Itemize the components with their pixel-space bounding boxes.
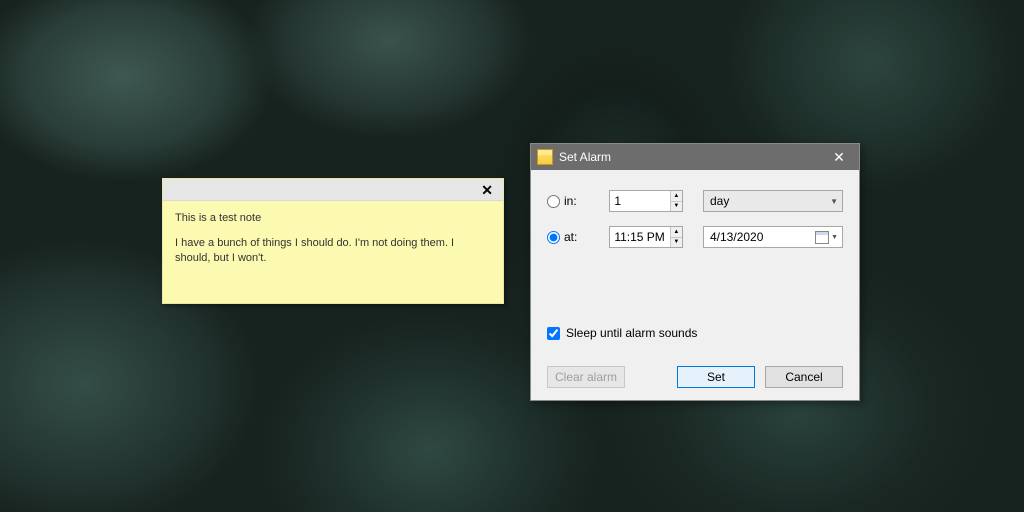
cancel-button[interactable]: Cancel bbox=[765, 366, 843, 388]
date-picker[interactable]: 4/13/2020 ▼ bbox=[703, 226, 843, 248]
sleep-checkbox[interactable]: Sleep until alarm sounds bbox=[547, 306, 843, 340]
sleep-checkbox-input[interactable] bbox=[547, 327, 560, 340]
time-spinner[interactable]: ▲ ▼ bbox=[609, 226, 683, 248]
row-in: in: ▲ ▼ day ▼ bbox=[547, 190, 843, 212]
radio-in-label: in: bbox=[564, 194, 577, 208]
chevron-down-icon: ▼ bbox=[830, 197, 838, 206]
duration-spinner[interactable]: ▲ ▼ bbox=[609, 190, 683, 212]
sticky-note: ✕ This is a test note I have a bunch of … bbox=[162, 178, 504, 304]
chevron-up-icon[interactable]: ▲ bbox=[671, 191, 682, 202]
chevron-down-icon[interactable]: ▼ bbox=[671, 202, 682, 212]
radio-at-input[interactable] bbox=[547, 231, 560, 244]
sleep-checkbox-label: Sleep until alarm sounds bbox=[566, 326, 697, 340]
chevron-up-icon[interactable]: ▲ bbox=[671, 227, 682, 238]
close-icon[interactable]: ✕ bbox=[477, 183, 497, 197]
spinner-buttons[interactable]: ▲ ▼ bbox=[670, 227, 682, 247]
dialog-title: Set Alarm bbox=[559, 150, 819, 164]
date-value: 4/13/2020 bbox=[710, 230, 815, 244]
chevron-down-icon[interactable]: ▼ bbox=[831, 234, 838, 241]
clear-alarm-button: Clear alarm bbox=[547, 366, 625, 388]
chevron-down-icon[interactable]: ▼ bbox=[671, 238, 682, 248]
spinner-buttons[interactable]: ▲ ▼ bbox=[670, 191, 682, 211]
note-line-1: This is a test note bbox=[175, 211, 491, 226]
sticky-note-body[interactable]: This is a test note I have a bunch of th… bbox=[163, 201, 503, 286]
button-row: Clear alarm Set Cancel bbox=[547, 340, 843, 388]
unit-combobox[interactable]: day ▼ bbox=[703, 190, 843, 212]
unit-value: day bbox=[710, 194, 729, 208]
set-alarm-dialog: Set Alarm ✕ in: ▲ ▼ day ▼ bbox=[530, 143, 860, 401]
sticky-note-header[interactable]: ✕ bbox=[163, 179, 503, 201]
close-button[interactable]: ✕ bbox=[819, 144, 859, 170]
radio-in-input[interactable] bbox=[547, 195, 560, 208]
app-icon bbox=[537, 149, 553, 165]
set-button[interactable]: Set bbox=[677, 366, 755, 388]
note-line-2: I have a bunch of things I should do. I'… bbox=[175, 236, 491, 266]
radio-at[interactable]: at: bbox=[547, 230, 609, 244]
duration-input[interactable] bbox=[610, 191, 669, 211]
titlebar[interactable]: Set Alarm ✕ bbox=[531, 144, 859, 170]
time-input[interactable] bbox=[610, 227, 669, 247]
radio-in[interactable]: in: bbox=[547, 194, 609, 208]
calendar-icon[interactable] bbox=[815, 231, 829, 244]
dialog-body: in: ▲ ▼ day ▼ at: bbox=[531, 170, 859, 400]
row-at: at: ▲ ▼ 4/13/2020 ▼ bbox=[547, 226, 843, 248]
radio-at-label: at: bbox=[564, 230, 577, 244]
